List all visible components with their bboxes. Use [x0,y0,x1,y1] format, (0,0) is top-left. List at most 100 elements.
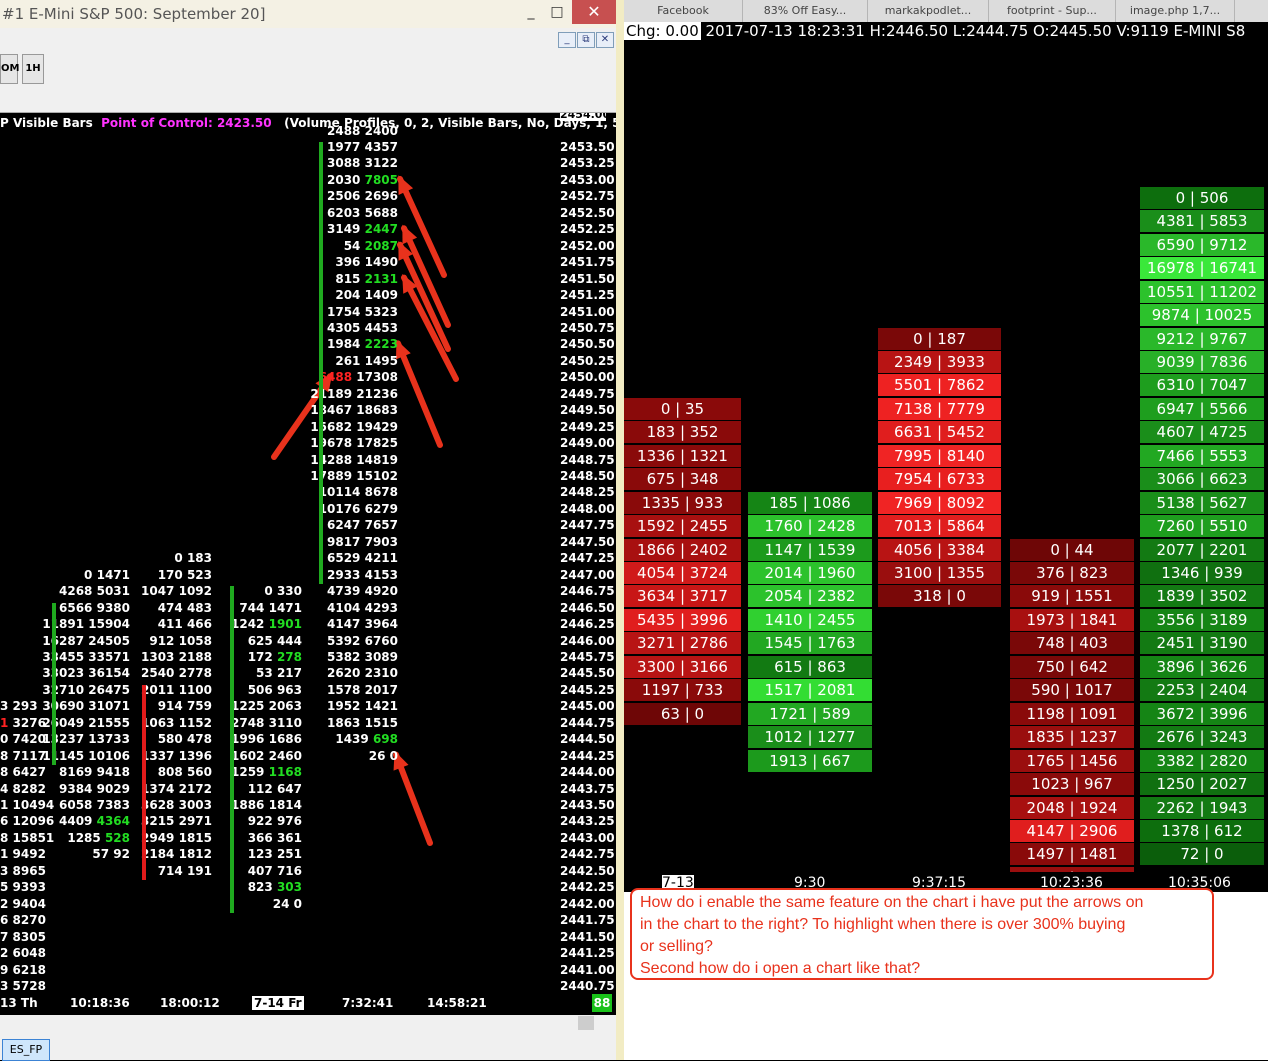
price-label: 2446.50 [560,600,615,615]
horizontal-scrollbar[interactable] [0,1015,616,1033]
footprint-chart[interactable]: P Visible Bars Point of Control: 2423.50… [0,113,616,993]
footprint-cell: 8 15851 [0,830,55,845]
footprint-cell: 4268 5031 [59,584,130,599]
footprint-cell: 3100 | 1355 [878,562,1001,584]
footprint-cell: 2077 | 2201 [1140,538,1264,561]
footprint-cell: 7995 | 8140 [878,444,1001,467]
footprint-cell: 2184 1812 [141,847,212,862]
browser-tab[interactable]: 83% Off Easy... [743,0,868,22]
footprint-cell: 590 | 1017 [1010,679,1134,702]
footprint-cell: 7138 | 7779 [878,397,1001,420]
footprint-cell: 1973 | 1841 [1010,608,1134,631]
footprint-cell: 8 7117 [0,748,46,763]
browser-tab[interactable]: footprint - Sup... [989,0,1116,22]
footprint-cell: 172 278 [247,649,302,664]
footprint-cell: 815 2131 [335,271,398,286]
footprint-cell: 26 0 [368,748,398,763]
footprint-cell: 9212 | 9767 [1140,327,1264,350]
footprint-cell: 625 444 [247,633,302,648]
footprint-cell: 3088 3122 [327,156,398,171]
browser-tab[interactable]: image.php 1,7... [1116,0,1235,22]
price-label: 2447.25 [560,551,615,566]
time-label: 7:32:41 [342,996,394,1010]
mdi-close-button[interactable]: ✕ [596,32,614,48]
footprint-cell: 4104 4293 [327,600,398,615]
price-label: 2442.75 [560,847,615,862]
minimize-button[interactable]: _ [520,2,542,22]
footprint-cell: 9874 | 10025 [1140,304,1264,327]
mdi-minimize-button[interactable]: _ [558,32,576,48]
change-value: 0.00 [665,22,699,40]
footprint-cell: 3 293 [0,699,38,714]
mdi-restore-button[interactable]: ⧉ [577,32,595,48]
browser-tab[interactable]: markakpodlet... [868,0,989,22]
footprint-cell: 4054 | 3724 [624,562,741,584]
footprint-cell: 123 251 [247,847,302,862]
price-label: 2452.75 [560,189,615,204]
footprint-cell: 9817 7903 [327,534,398,549]
footprint-cell: 6058 7383 [59,798,130,812]
question-line: How do i enable the same feature on the … [640,894,1144,911]
footprint-cell: 506 963 [247,682,302,697]
window-titlebar[interactable]: #1 E-Mini S&P 500: September 20] _ □ ✕ [0,0,616,29]
price-label: 2450.50 [560,337,615,352]
close-button[interactable]: ✕ [572,0,616,24]
footprint-cell: 6 12096 [0,814,55,829]
bar-counter-badge: 88 [592,994,612,1012]
footprint-cell: 1863 1515 [327,715,398,730]
volume-bar [319,142,323,585]
footprint-cell: 1242 1901 [231,617,302,632]
footprint-cell: 474 483 [157,600,212,615]
footprint-cell: 185 | 1086 [748,491,872,514]
footprint-cell: 1977 4357 [327,140,398,154]
price-label: 2452.25 [560,222,615,237]
timestamp: 2017-07-13 18:23:31 [705,22,865,40]
footprint-cell: 2349 | 3933 [878,350,1001,373]
change-label: Chg: [626,22,661,40]
footprint-cell: 1198 | 1091 [1010,702,1134,725]
footprint-cell: 4147 | 2906 [1010,819,1134,842]
price-label: 2445.50 [560,666,615,681]
footprint-cell: 3634 | 3717 [624,585,741,608]
timeframe-button-1h[interactable]: 1H [22,54,44,84]
footprint-cell: 3672 | 3996 [1140,702,1264,725]
footprint-cell: 8169 9418 [59,765,130,780]
footprint-cell: 1012 | 1277 [748,726,872,749]
maximize-button[interactable]: □ [546,2,568,22]
chart-tab-es-fp[interactable]: ES_FP [2,1039,50,1061]
question-callout: How do i enable the same feature on the … [630,888,1214,980]
footprint-cell: 2054 | 2382 [748,585,872,608]
footprint-cell: 16978 | 16741 [1140,257,1264,280]
footprint-cell: 808 560 [157,765,212,780]
footprint-cell: 3896 | 3626 [1140,655,1264,678]
footprint-cell: 750 | 642 [1010,655,1134,678]
price-label: 2448.50 [560,469,615,483]
footprint-cell: 2748 3110 [231,715,302,730]
footprint-cell: 2 9404 [0,896,46,911]
footprint-cell: 1497 | 1481 [1010,843,1134,866]
footprint-cell: 5392 6760 [327,633,398,648]
high-label: H: [869,22,886,40]
footprint-cell: 1346 | 939 [1140,562,1264,584]
red-arrow [395,339,443,448]
red-arrow [393,750,433,846]
chart-toolbar: OM 1H [0,50,616,113]
footprint-cell: 2 6048 [0,946,46,961]
footprint-cell: 4739 4920 [327,584,398,599]
footprint-cell: 3 8965 [0,863,46,878]
footprint-cell: 744 1471 [239,600,302,615]
footprint-cell: 3382 | 2820 [1140,749,1264,772]
footprint-cell: 3149 2447 [327,222,398,237]
scrollbar-thumb[interactable] [578,1016,594,1030]
price-label: 2441.25 [560,946,615,961]
price-label: 2449.00 [560,436,615,451]
browser-tab[interactable]: Facebook [624,0,743,22]
footprint-cell: 3215 2971 [141,814,212,829]
price-label: 2447.00 [560,567,615,582]
timeframe-button-om[interactable]: OM [0,54,19,84]
footprint-cell: 1866 | 2402 [624,538,741,561]
footprint-cell: 1197 | 733 [624,679,741,702]
footprint-cell: 1259 1168 [231,765,302,780]
footprint-cell: 18467 18683 [310,403,398,418]
date-label: 7-14 Fr [252,996,304,1010]
